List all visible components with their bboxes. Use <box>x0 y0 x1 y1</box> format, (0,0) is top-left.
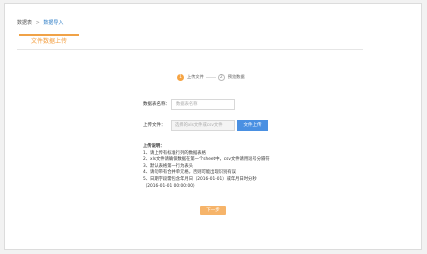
tab-bar: 文件数据上传 <box>17 33 363 50</box>
step-indicator: 1 上传文件 2 预览数据 <box>177 72 245 82</box>
step-2-circle: 2 <box>217 73 225 81</box>
step-1-circle: 1 <box>177 73 184 81</box>
instruction-item: 2、xls文件请确保数据在第一个sheet中，csv文件请用逗号分隔符 <box>143 157 270 163</box>
tab-file-upload[interactable]: 文件数据上传 <box>19 34 79 49</box>
upload-instructions: 上传说明： 1、请上传有标准行列的数据表格 2、xls文件请确保数据在第一个sh… <box>143 144 343 190</box>
step-connector <box>205 76 216 78</box>
table-name-label: 数据表名称： <box>143 102 170 107</box>
breadcrumb-parent[interactable]: 数据表 <box>17 20 32 26</box>
breadcrumb-current: 数据导入 <box>43 20 64 26</box>
next-step-button[interactable]: 下一步 <box>200 206 226 215</box>
instructions-title: 上传说明： <box>143 144 165 149</box>
breadcrumb: 数据表 > 数据导入 <box>17 19 63 26</box>
file-path-input[interactable]: 选择的xls文件或csv文件 <box>171 120 235 131</box>
instruction-item: （2016-01-01 00:00:00） <box>143 183 198 189</box>
upload-button[interactable]: 文件上传 <box>237 120 268 131</box>
step-1-label: 上传文件 <box>187 74 204 79</box>
step-2-label: 预览数据 <box>227 74 245 79</box>
file-label: 上传文件： <box>143 123 166 128</box>
instruction-item: 4、请勿带有合并单元格，否则可能出现识别有误 <box>143 170 236 176</box>
instruction-item: 5、日期字段需包含年月日（2016-01-01）或年月日时分秒 <box>143 176 257 182</box>
breadcrumb-separator: > <box>35 20 40 26</box>
table-name-input[interactable]: 数据表名称 <box>171 99 235 110</box>
